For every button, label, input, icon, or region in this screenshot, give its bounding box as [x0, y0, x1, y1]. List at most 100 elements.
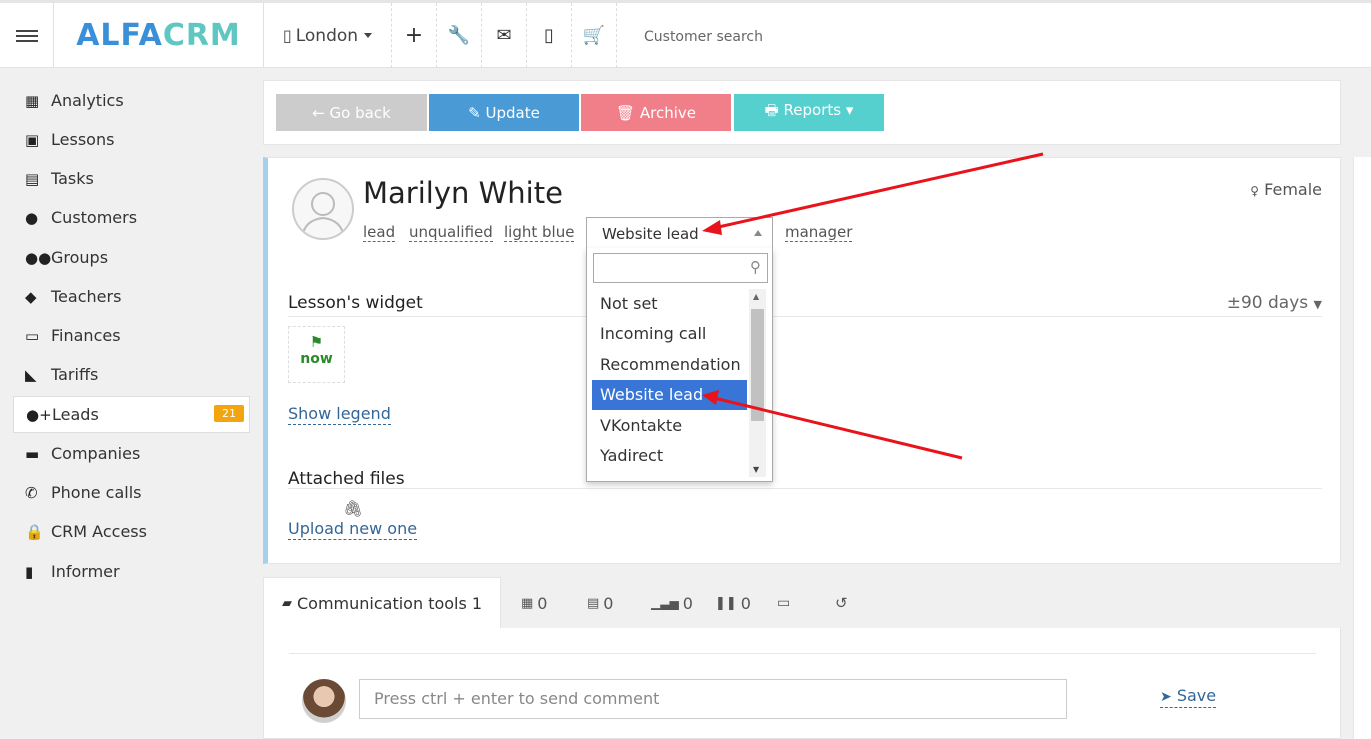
tab-communication-tools[interactable]: ▰ Communication tools 1: [263, 577, 502, 629]
status-tag-unqualified[interactable]: unqualified: [409, 223, 493, 242]
user-icon: ●: [25, 208, 39, 227]
sidebar-item-analytics[interactable]: ▦ Analytics: [13, 82, 250, 119]
mail-button[interactable]: ✉: [482, 3, 527, 68]
lead-source-select[interactable]: Website lead: [586, 217, 773, 249]
tab-pauses[interactable]: ❚❚ 0: [715, 577, 751, 629]
days-range-selector[interactable]: ±90 days ▼: [1227, 293, 1322, 313]
phone-icon: ✆: [25, 483, 38, 502]
lead-name: Marilyn White: [363, 176, 563, 210]
sidebar-item-companies[interactable]: ▬ Companies: [13, 435, 250, 472]
sidebar-item-tasks[interactable]: ▤ Tasks: [13, 160, 250, 197]
archive-button[interactable]: 🗑 Archive: [581, 94, 731, 131]
money-icon: ▭: [777, 595, 791, 611]
caret-down-icon: ▼: [1313, 298, 1322, 311]
send-icon: ➤: [1160, 689, 1172, 705]
sidebar-item-finances[interactable]: ▭ Finances: [13, 317, 250, 354]
sidebar-item-leads[interactable]: ●+ Leads 21: [13, 396, 250, 433]
history-icon: ↺: [835, 594, 848, 612]
tag-icon: ◣: [25, 365, 37, 384]
dropdown-scrollbar[interactable]: ▲ ▼: [749, 289, 766, 477]
scroll-up-arrow-icon: ▲: [753, 292, 760, 301]
menu-toggle-button[interactable]: [0, 3, 54, 68]
map-icon: ▦: [521, 595, 534, 611]
map-icon: ▦: [25, 91, 40, 110]
users-icon: ●●: [25, 248, 52, 267]
dropdown-option[interactable]: Incoming call: [592, 319, 747, 349]
wrench-icon: 🔧: [447, 25, 471, 46]
sidebar-item-lessons[interactable]: ▣ Lessons: [13, 121, 250, 158]
hamburger-icon: [15, 27, 38, 45]
avatar: [292, 178, 354, 240]
color-tag-light-blue[interactable]: light blue: [504, 223, 575, 242]
dropdown-search-input[interactable]: ⚲: [593, 253, 768, 283]
cart-icon: 🛒: [582, 25, 606, 46]
gender-label: ♀ Female: [1250, 180, 1322, 199]
reports-button[interactable]: 🖶 Reports ▾: [734, 94, 884, 131]
now-widget[interactable]: ⚑ now: [288, 326, 345, 383]
branch-label: London: [295, 25, 359, 46]
tab-statistics[interactable]: ▁▃▅ 0: [651, 577, 693, 629]
tab-lessons[interactable]: ▦ 0: [521, 577, 547, 629]
clipboard-icon: ▤: [587, 595, 600, 611]
comments-icon: ▰: [282, 596, 292, 611]
sidebar-item-informer[interactable]: ▮ Informer: [13, 553, 250, 590]
female-avatar-icon: [301, 192, 345, 238]
female-icon: ♀: [1250, 184, 1260, 198]
scroll-thumb[interactable]: [751, 309, 764, 421]
page-scrollbar[interactable]: [1353, 157, 1371, 739]
tools-button[interactable]: 🔧: [437, 3, 482, 68]
book-icon: ▮: [25, 562, 34, 581]
attached-files-title: Attached files: [288, 469, 405, 489]
user-avatar: [302, 679, 346, 723]
cart-button[interactable]: 🛒: [572, 3, 617, 68]
mobile-button[interactable]: ▯: [527, 3, 572, 68]
sidebar-item-tariffs[interactable]: ◣ Tariffs: [13, 356, 250, 393]
dropdown-option[interactable]: Yadirect: [592, 441, 747, 471]
paperclip-icon: 🖇: [343, 499, 364, 518]
sidebar-item-customers[interactable]: ● Customers: [13, 199, 250, 236]
sidebar-item-groups[interactable]: ●● Groups: [13, 239, 250, 276]
lead-profile-card: Marilyn White ♀ Female lead unqualified …: [263, 157, 1341, 564]
upload-file-link[interactable]: Upload new one: [288, 519, 418, 540]
caret-up-icon: [754, 230, 762, 236]
money-icon: ▭: [25, 326, 40, 345]
add-button[interactable]: +: [392, 3, 437, 68]
comment-panel: Press ctrl + enter to send comment ➤ Sav…: [263, 628, 1341, 739]
sidebar-item-crm-access[interactable]: 🔒 CRM Access: [13, 513, 250, 550]
divider: [288, 316, 1322, 317]
divider: [288, 488, 1322, 489]
tab-tasks[interactable]: ▤ 0: [587, 577, 613, 629]
customer-search-input[interactable]: Customer search: [644, 29, 763, 45]
save-comment-button[interactable]: ➤ Save: [1160, 686, 1217, 708]
action-bar: ← Go back ✎ Update 🗑 Archive 🖶 Reports ▾: [263, 80, 1341, 145]
dropdown-option[interactable]: VKontakte: [592, 411, 747, 441]
tab-finances[interactable]: ▭: [777, 577, 790, 629]
divider: [289, 653, 1316, 654]
show-legend-link[interactable]: Show legend: [288, 404, 391, 425]
graduation-cap-icon: ◆: [25, 287, 37, 306]
lead-source-dropdown: ⚲ Not set Incoming call Recommendation W…: [586, 248, 773, 482]
sidebar-item-phone-calls[interactable]: ✆ Phone calls: [13, 474, 250, 511]
manager-link[interactable]: manager: [785, 223, 853, 242]
search-icon: ⚲: [750, 258, 761, 276]
lessons-widget-title: Lesson's widget: [288, 293, 423, 313]
comment-input[interactable]: Press ctrl + enter to send comment: [359, 679, 1067, 719]
dropdown-option[interactable]: Recommendation: [592, 350, 747, 380]
briefcase-icon: ▬: [25, 444, 40, 463]
top-bar: ALFA CRM ▯ London + 🔧 ✉ ▯ 🛒 Customer sear…: [0, 0, 1371, 68]
envelope-icon: ✉: [496, 25, 512, 46]
plus-icon: +: [404, 23, 424, 48]
status-tag-lead[interactable]: lead: [363, 223, 396, 242]
update-button[interactable]: ✎ Update: [429, 94, 579, 131]
dropdown-option[interactable]: Not set: [592, 289, 747, 319]
sidebar-item-teachers[interactable]: ◆ Teachers: [13, 278, 250, 315]
mobile-phone-icon: ▯: [544, 25, 554, 46]
go-back-button[interactable]: ← Go back: [276, 94, 427, 131]
tab-history[interactable]: ↺: [835, 577, 848, 629]
logo[interactable]: ALFA CRM: [54, 3, 264, 68]
user-plus-icon: ●+: [26, 405, 52, 424]
scroll-down-arrow-icon: ▼: [753, 465, 760, 474]
dropdown-option-selected[interactable]: Website lead: [592, 380, 747, 410]
branch-selector[interactable]: ▯ London: [264, 3, 392, 68]
lock-icon: 🔒: [25, 522, 44, 541]
